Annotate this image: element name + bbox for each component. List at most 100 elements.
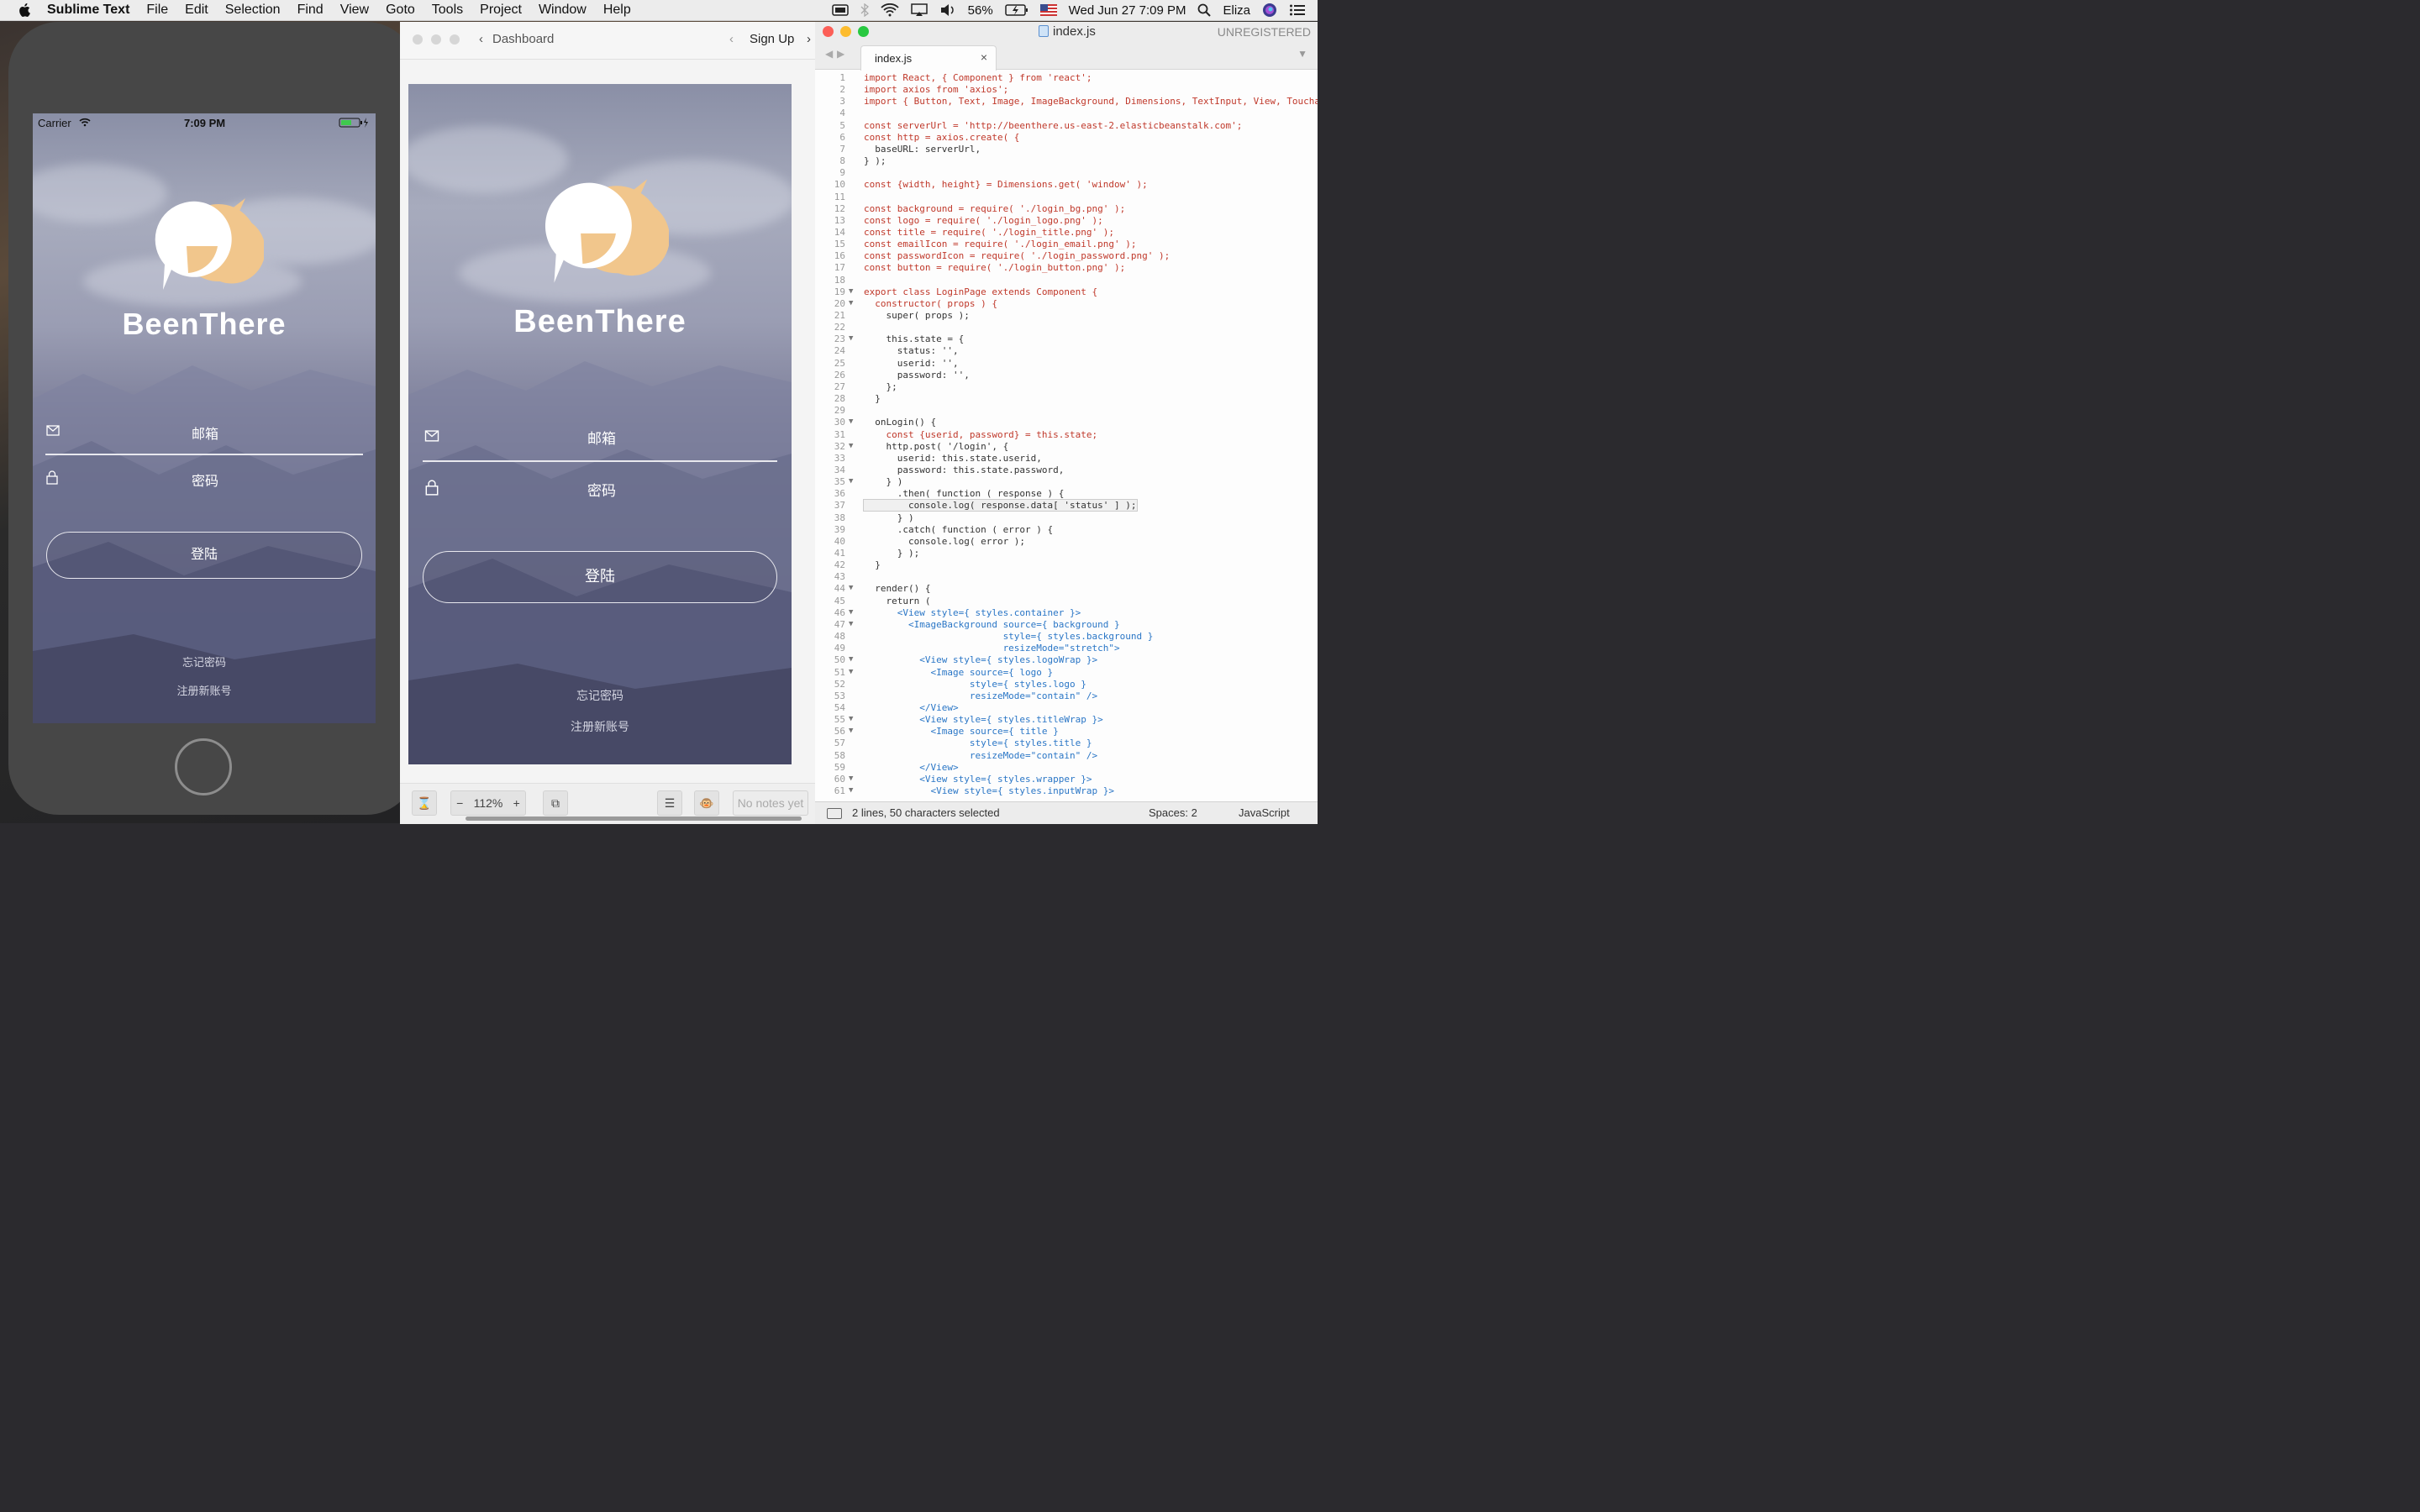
- line-number: 26: [834, 369, 845, 381]
- zoom-out-button[interactable]: −: [456, 796, 463, 810]
- code-line: } );: [864, 548, 920, 559]
- fold-arrow-icon[interactable]: ▼: [849, 668, 853, 676]
- minimize-button[interactable]: [840, 26, 851, 37]
- fold-arrow-icon[interactable]: ▼: [849, 786, 853, 795]
- fold-arrow-icon[interactable]: ▼: [849, 655, 853, 664]
- panel-toggle-icon[interactable]: [827, 808, 842, 819]
- menu-window[interactable]: Window: [539, 3, 587, 18]
- clock[interactable]: Wed Jun 27 7:09 PM: [1069, 3, 1186, 18]
- chevron-left-icon[interactable]: ‹: [479, 32, 483, 46]
- horizontal-scrollbar[interactable]: [466, 816, 802, 821]
- fold-arrow-icon[interactable]: ▼: [849, 715, 853, 723]
- fold-arrow-icon[interactable]: ▼: [849, 584, 853, 592]
- hourglass-icon[interactable]: ⌛: [412, 790, 437, 816]
- register-link[interactable]: 注册新账号: [33, 682, 376, 698]
- code-line: </View>: [864, 701, 959, 713]
- password-field[interactable]: 密码: [445, 479, 758, 500]
- monkey-icon[interactable]: 🐵: [694, 790, 719, 816]
- fold-arrow-icon[interactable]: ▼: [849, 417, 853, 426]
- line-number: 31: [834, 428, 845, 440]
- sign-up-link[interactable]: Sign Up: [750, 32, 794, 46]
- fold-arrow-icon[interactable]: ▼: [849, 608, 853, 617]
- license-status: UNREGISTERED: [1217, 25, 1311, 39]
- code-line: <View style={ styles.wrapper }>: [864, 773, 1092, 785]
- fold-arrow-icon[interactable]: ▼: [849, 287, 853, 296]
- minimize-button[interactable]: [431, 34, 441, 45]
- menu-help[interactable]: Help: [603, 3, 631, 18]
- code-line: style={ styles.title }: [864, 738, 1092, 749]
- email-field[interactable]: 邮箱: [445, 427, 758, 448]
- menu-app-name[interactable]: Sublime Text: [47, 3, 129, 18]
- menu-goto[interactable]: Goto: [386, 3, 415, 18]
- siri-icon[interactable]: [1262, 3, 1277, 18]
- display-icon[interactable]: [831, 3, 849, 17]
- fold-arrow-icon[interactable]: ▼: [849, 727, 853, 735]
- spotlight-search-icon[interactable]: [1197, 3, 1212, 17]
- login-button[interactable]: 登陆: [46, 532, 362, 579]
- code-line: <View style={ styles.logoWrap }>: [864, 654, 1098, 666]
- line-number: 41: [834, 548, 845, 559]
- fold-arrow-icon[interactable]: ▼: [849, 442, 853, 450]
- menu-find[interactable]: Find: [297, 3, 324, 18]
- tab-dropdown-icon[interactable]: ▼: [1297, 48, 1307, 60]
- zoom-control: − 112% +: [450, 790, 526, 816]
- us-flag-icon[interactable]: [1039, 4, 1057, 16]
- tab-nav-left-icon[interactable]: ◀: [825, 48, 833, 60]
- copy-icon[interactable]: ⧉: [543, 790, 568, 816]
- menu-selection[interactable]: Selection: [225, 3, 281, 18]
- simulator-screen: Carrier 7:09 PM BeenThere 邮箱 密码 登陆 忘记密码 …: [33, 113, 376, 723]
- airplay-icon[interactable]: [910, 3, 928, 17]
- password-field[interactable]: 密码: [66, 470, 344, 490]
- close-button[interactable]: [823, 26, 834, 37]
- zoom-in-button[interactable]: +: [513, 796, 520, 810]
- zoom-button[interactable]: [858, 26, 869, 37]
- fold-arrow-icon[interactable]: ▼: [849, 334, 853, 343]
- user-name[interactable]: Eliza: [1223, 3, 1250, 18]
- fold-arrow-icon[interactable]: ▼: [849, 477, 853, 486]
- mail-icon: [46, 425, 60, 436]
- code-line: onLogin() {: [864, 417, 937, 428]
- notes-icon[interactable]: ☰: [657, 790, 682, 816]
- bluetooth-icon[interactable]: [860, 3, 869, 17]
- tab-nav-right-icon[interactable]: ▶: [837, 48, 844, 60]
- code-line: const passwordIcon = require( './login_p…: [864, 250, 1171, 262]
- zoom-button[interactable]: [450, 34, 460, 45]
- code-line: console.log( error );: [864, 535, 1026, 547]
- line-number: 14: [834, 226, 845, 238]
- forgot-password-link[interactable]: 忘记密码: [33, 654, 376, 669]
- volume-icon[interactable]: [939, 3, 956, 17]
- code-area[interactable]: 1 import React, { Component } from 'react…: [815, 71, 1318, 801]
- syntax-status[interactable]: JavaScript: [1239, 806, 1290, 819]
- tab-index-js[interactable]: index.js ×: [860, 45, 997, 71]
- fold-arrow-icon[interactable]: ▼: [849, 620, 853, 628]
- register-link[interactable]: 注册新账号: [408, 718, 792, 735]
- battery-charging-icon[interactable]: [1004, 3, 1028, 17]
- fold-arrow-icon[interactable]: ▼: [849, 299, 853, 307]
- notes-field[interactable]: No notes yet: [733, 790, 808, 816]
- close-button[interactable]: [413, 34, 423, 45]
- login-button[interactable]: 登陆: [423, 551, 777, 603]
- email-field[interactable]: 邮箱: [66, 423, 344, 443]
- notification-center-icon[interactable]: [1289, 3, 1306, 17]
- menu-view[interactable]: View: [340, 3, 369, 18]
- fold-arrow-icon[interactable]: ▼: [849, 774, 853, 783]
- line-number: 56: [834, 726, 845, 738]
- code-line: constructor( props ) {: [864, 297, 997, 309]
- ios-status-bar: Carrier 7:09 PM: [33, 113, 376, 132]
- back-to-dashboard[interactable]: Dashboard: [492, 32, 554, 46]
- home-button[interactable]: [175, 738, 232, 795]
- code-line: import React, { Component } from 'react'…: [864, 72, 1092, 83]
- menu-file[interactable]: File: [146, 3, 168, 18]
- menu-tools[interactable]: Tools: [432, 3, 463, 18]
- forgot-password-link[interactable]: 忘记密码: [408, 687, 792, 704]
- menu-edit[interactable]: Edit: [185, 3, 208, 18]
- line-number: 16: [834, 250, 845, 262]
- chevron-right-icon[interactable]: ›: [807, 32, 811, 46]
- apple-icon[interactable]: [18, 3, 32, 18]
- indentation-status[interactable]: Spaces: 2: [1149, 806, 1197, 819]
- chevron-left-icon-secondary[interactable]: ‹: [729, 32, 734, 46]
- menu-project[interactable]: Project: [480, 3, 522, 18]
- close-tab-icon[interactable]: ×: [981, 50, 987, 64]
- wifi-icon[interactable]: [880, 3, 899, 17]
- line-number: 18: [834, 274, 845, 286]
